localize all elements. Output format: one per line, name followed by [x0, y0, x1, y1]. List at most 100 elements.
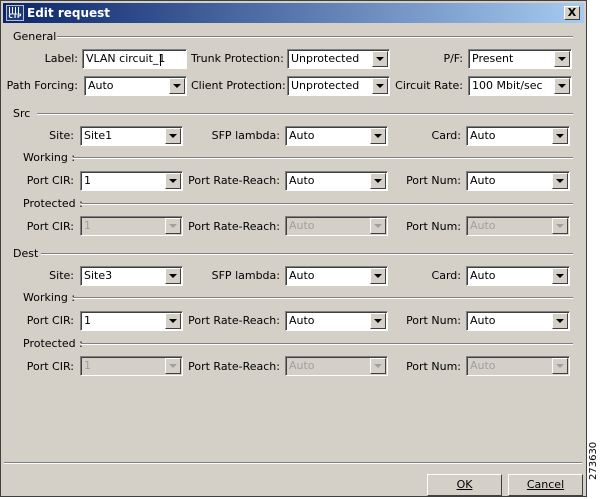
chevron-down-icon[interactable] — [165, 173, 181, 189]
chevron-down-icon[interactable] — [554, 51, 570, 67]
src-sfp-lambda-label: SFP lambda: — [211, 129, 280, 142]
src-protected-port-num-value: Auto — [470, 219, 496, 232]
client-protection-label: Client Protection: — [191, 79, 286, 92]
dest-protected-port-num-value: Auto — [470, 359, 496, 372]
src-working-heading: Working : — [23, 151, 76, 164]
path-forcing-select[interactable]: Auto — [84, 76, 187, 96]
dest-site-select[interactable]: Site3 — [80, 266, 183, 286]
dest-working-port-cir-label: Port CIR: — [26, 314, 74, 327]
src-working-port-num-label: Port Num: — [406, 174, 461, 187]
dest-site-label: Site: — [49, 269, 74, 282]
general-separator — [57, 36, 573, 38]
src-working-separator — [73, 157, 573, 159]
src-site-value: Site1 — [84, 129, 113, 142]
cancel-button[interactable]: Cancel — [508, 474, 583, 496]
src-protected-port-cir-select: 1 — [80, 216, 183, 236]
src-working-port-cir-select[interactable]: 1 — [80, 171, 183, 191]
circuit-rate-label: Circuit Rate: — [395, 79, 463, 92]
chevron-down-icon[interactable] — [165, 268, 181, 284]
src-sfp-lambda-value: Auto — [289, 129, 315, 142]
src-separator — [37, 113, 573, 115]
pf-select[interactable]: Present — [468, 49, 572, 69]
dest-protected-port-rate-reach-value: Auto — [289, 359, 315, 372]
title-bar[interactable]: CTP Edit request X — [3, 3, 584, 23]
dest-sfp-lambda-select[interactable]: Auto — [285, 266, 388, 286]
dest-working-separator — [73, 297, 573, 299]
chevron-down-icon — [165, 218, 181, 234]
chevron-down-icon[interactable] — [372, 51, 388, 67]
chevron-down-icon — [370, 218, 386, 234]
src-card-label: Card: — [431, 129, 461, 142]
chevron-down-icon[interactable] — [554, 78, 570, 94]
src-protected-port-rate-reach-value: Auto — [289, 219, 315, 232]
client-protection-value: Unprotected — [291, 79, 360, 92]
button-area-separator — [4, 462, 582, 464]
src-protected-port-cir-value: 1 — [84, 219, 91, 232]
label-input[interactable]: VLAN circuit_1 — [82, 49, 187, 69]
src-card-value: Auto — [470, 129, 496, 142]
dest-working-port-num-select[interactable]: Auto — [466, 311, 570, 331]
figure-id: 273630 — [588, 441, 599, 480]
circuit-rate-select[interactable]: 100 Mbit/sec — [468, 76, 572, 96]
chevron-down-icon[interactable] — [370, 173, 386, 189]
src-working-port-cir-value: 1 — [84, 174, 91, 187]
general-heading: General — [13, 30, 57, 43]
dest-card-value: Auto — [470, 269, 496, 282]
src-site-label: Site: — [49, 129, 74, 142]
chevron-down-icon[interactable] — [165, 128, 181, 144]
chevron-down-icon[interactable] — [552, 128, 568, 144]
dest-working-port-num-value: Auto — [470, 314, 496, 327]
chevron-down-icon[interactable] — [552, 313, 568, 329]
ctp-app-icon: CTP — [6, 5, 24, 21]
dest-protected-port-num-label: Port Num: — [406, 360, 461, 373]
dest-protected-port-cir-select: 1 — [80, 356, 183, 376]
chevron-down-icon[interactable] — [370, 128, 386, 144]
dest-heading: Dest — [13, 247, 39, 260]
src-working-port-num-value: Auto — [470, 174, 496, 187]
dest-card-select[interactable]: Auto — [466, 266, 570, 286]
chevron-down-icon[interactable] — [165, 313, 181, 329]
dest-card-label: Card: — [431, 269, 461, 282]
src-sfp-lambda-select[interactable]: Auto — [285, 126, 388, 146]
chevron-down-icon — [165, 358, 181, 374]
src-heading: Src — [13, 107, 31, 120]
src-protected-port-rate-reach-label: Port Rate-Reach: — [188, 220, 280, 233]
src-card-select[interactable]: Auto — [466, 126, 570, 146]
dest-separator — [41, 253, 573, 255]
trunk-protection-label: Trunk Protection: — [191, 52, 284, 65]
dest-protected-port-rate-reach-label: Port Rate-Reach: — [188, 360, 280, 373]
dest-working-port-rate-reach-select[interactable]: Auto — [285, 311, 388, 331]
chevron-down-icon[interactable] — [370, 313, 386, 329]
dest-working-port-rate-reach-value: Auto — [289, 314, 315, 327]
dest-protected-port-cir-label: Port CIR: — [26, 360, 74, 373]
dest-sfp-lambda-value: Auto — [289, 269, 315, 282]
src-protected-separator — [81, 203, 573, 205]
chevron-down-icon — [370, 358, 386, 374]
chevron-down-icon[interactable] — [169, 78, 185, 94]
chevron-down-icon[interactable] — [370, 268, 386, 284]
circuit-rate-value: 100 Mbit/sec — [472, 79, 543, 92]
path-forcing-value: Auto — [88, 79, 114, 92]
src-working-port-cir-label: Port CIR: — [26, 174, 74, 187]
src-working-port-rate-reach-value: Auto — [289, 174, 315, 187]
label-input-value: VLAN circuit_1 — [86, 52, 166, 65]
trunk-protection-select[interactable]: Unprotected — [287, 49, 390, 69]
dest-protected-separator — [81, 343, 573, 345]
window-title: Edit request — [27, 6, 111, 20]
chevron-down-icon[interactable] — [552, 268, 568, 284]
close-button[interactable]: X — [564, 6, 580, 20]
dest-working-port-cir-select[interactable]: 1 — [80, 311, 183, 331]
chevron-down-icon — [552, 218, 568, 234]
client-protection-select[interactable]: Unprotected — [287, 76, 390, 96]
src-working-port-rate-reach-select[interactable]: Auto — [285, 171, 388, 191]
ok-button[interactable]: OK — [427, 474, 502, 496]
pf-value: Present — [472, 52, 514, 65]
src-site-select[interactable]: Site1 — [80, 126, 183, 146]
src-protected-port-num-select: Auto — [466, 216, 570, 236]
chevron-down-icon[interactable] — [552, 173, 568, 189]
chevron-down-icon[interactable] — [372, 78, 388, 94]
edit-request-dialog: CTP Edit request X General Label: VLAN c… — [0, 0, 587, 497]
src-protected-heading: Protected : — [23, 197, 83, 210]
src-working-port-num-select[interactable]: Auto — [466, 171, 570, 191]
dest-protected-port-num-select: Auto — [466, 356, 570, 376]
